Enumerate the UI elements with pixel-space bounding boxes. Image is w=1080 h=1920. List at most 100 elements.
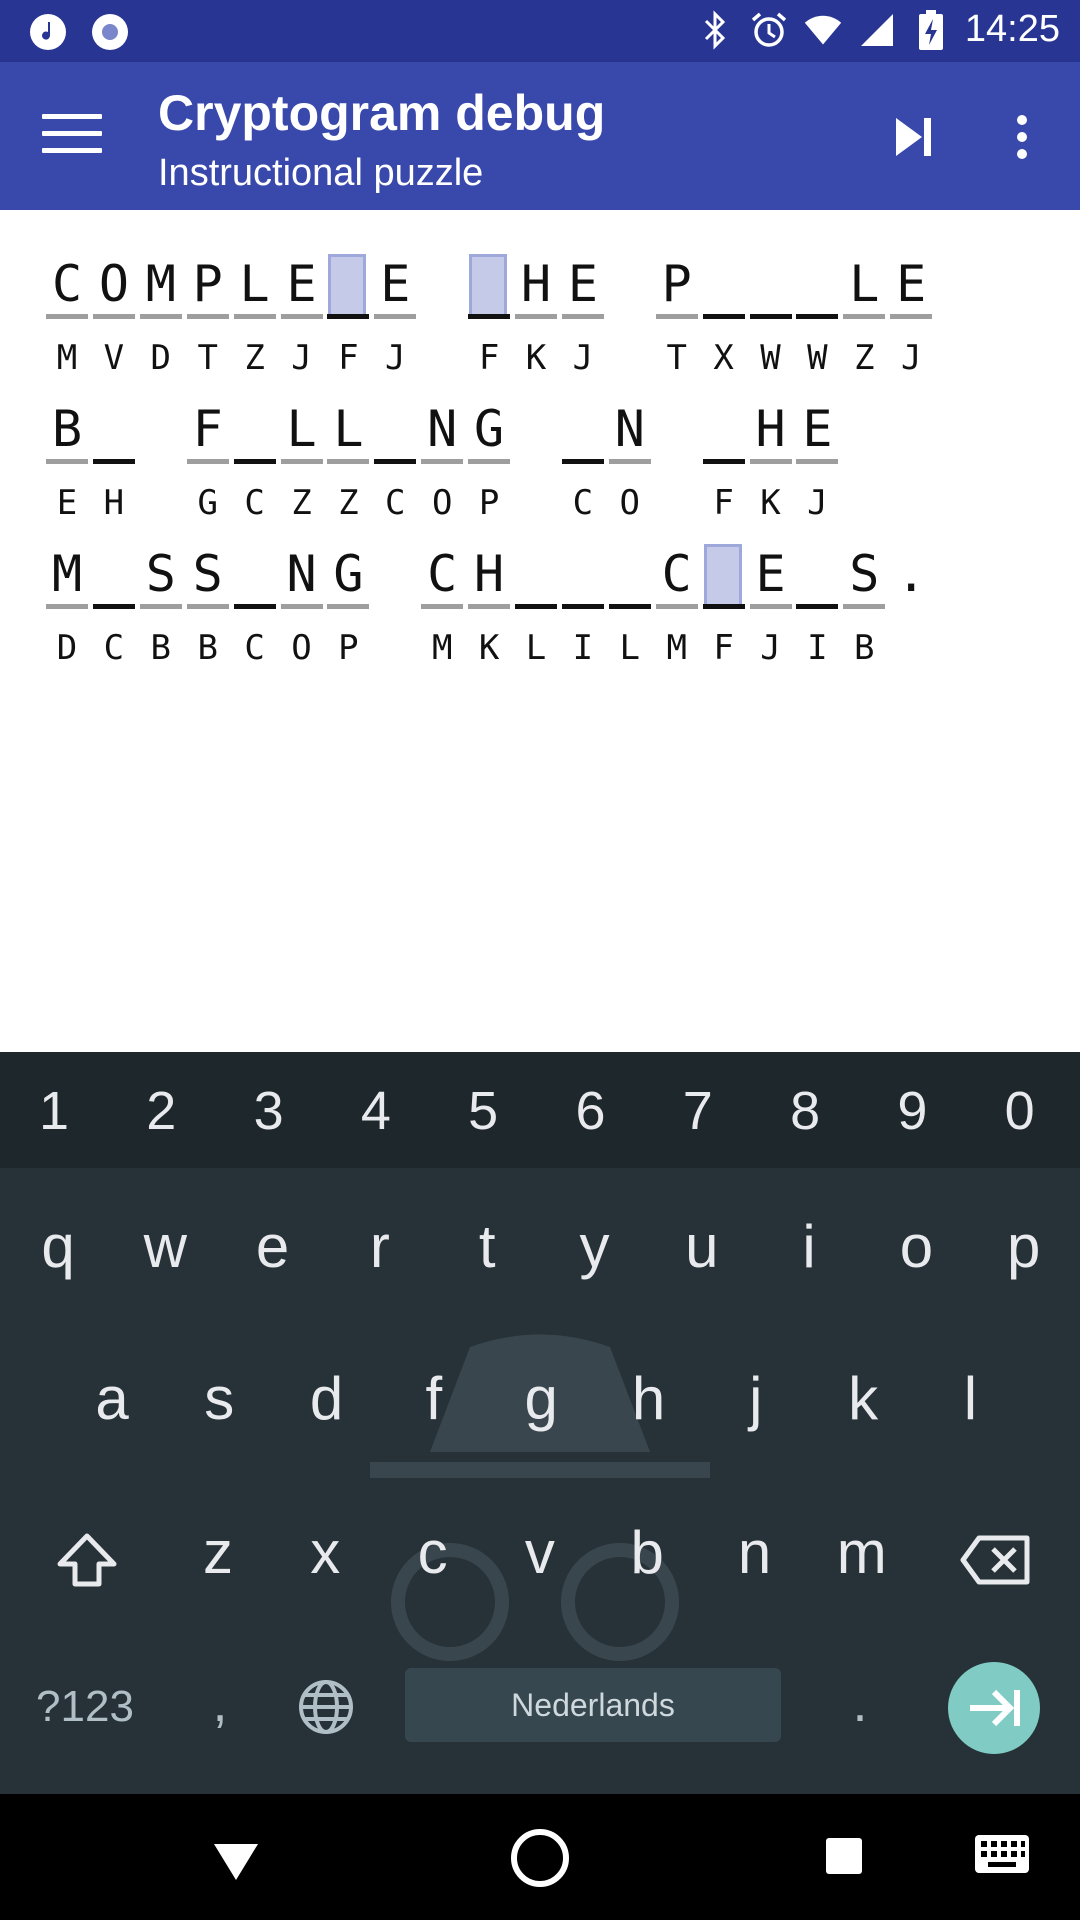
keyboard-switch-icon[interactable] (974, 1834, 1030, 1876)
battery-charging-icon (911, 9, 951, 50)
answer-letter: H (755, 400, 786, 458)
period-key[interactable]: . (830, 1672, 890, 1734)
answer-underline (186, 314, 229, 319)
encrypted-letter: M (431, 628, 453, 668)
key-5[interactable]: 5 (429, 1080, 537, 1142)
encrypted-letter: F (713, 628, 734, 668)
key-z[interactable]: z (164, 1518, 272, 1587)
answer-letter: P (661, 255, 692, 313)
key-m[interactable]: m (808, 1518, 916, 1587)
key-7[interactable]: 7 (644, 1080, 752, 1142)
encrypted-letter: D (150, 338, 172, 378)
answer-underline (186, 604, 229, 609)
answer-letter (93, 403, 135, 455)
puzzle-area: CMOVMDPTLZEJFEJFHKEJPTXWWLZEJBEHFGCLZLZC… (0, 210, 1080, 1050)
recents-icon[interactable] (824, 1836, 864, 1876)
key-u[interactable]: u (648, 1212, 756, 1281)
answer-letter: C (661, 545, 692, 603)
key-x[interactable]: x (271, 1518, 379, 1587)
home-icon[interactable] (508, 1826, 572, 1890)
key-n[interactable]: n (701, 1518, 809, 1587)
skip-next-icon[interactable] (890, 112, 940, 162)
encrypted-letter: C (103, 628, 125, 668)
record-icon (90, 12, 130, 52)
key-h[interactable]: h (595, 1364, 703, 1433)
answer-letter: H (474, 545, 505, 603)
key-y[interactable]: y (541, 1212, 649, 1281)
back-icon[interactable] (206, 1830, 266, 1890)
key-l[interactable]: l (916, 1364, 1024, 1433)
key-e[interactable]: e (219, 1212, 327, 1281)
encrypted-letter: F (713, 483, 734, 523)
encrypted-letter: Z (338, 483, 359, 523)
answer-letter: N (427, 400, 458, 458)
answer-underline (327, 459, 370, 464)
encrypted-letter: P (478, 483, 500, 523)
encrypted-letter: C (244, 628, 265, 668)
encrypted-letter: K (760, 483, 781, 523)
key-6[interactable]: 6 (537, 1080, 645, 1142)
key-q[interactable]: q (4, 1212, 112, 1281)
answer-letter: M (145, 255, 176, 313)
key-4[interactable]: 4 (322, 1080, 430, 1142)
encrypted-letter: I (807, 628, 828, 668)
key-o[interactable]: o (862, 1212, 970, 1281)
answer-underline (421, 604, 464, 609)
symbols-key[interactable]: ?123 (20, 1682, 150, 1732)
space-bar[interactable]: Nederlands (405, 1668, 781, 1742)
comma-key[interactable]: , (190, 1672, 250, 1734)
key-g[interactable]: g (487, 1364, 595, 1433)
encrypted-letter: O (431, 483, 453, 523)
encrypted-letter: J (900, 338, 922, 378)
answer-underline (561, 459, 604, 464)
backspace-key[interactable] (958, 1532, 1034, 1592)
answer-underline (749, 604, 792, 609)
key-s[interactable]: s (165, 1364, 273, 1433)
answer-letter (374, 403, 416, 455)
key-c[interactable]: c (379, 1518, 487, 1587)
answer-underline (749, 459, 792, 464)
answer-letter (515, 548, 557, 600)
encrypted-letter: L (525, 628, 547, 668)
answer-letter: F (192, 400, 223, 458)
key-i[interactable]: i (755, 1212, 863, 1281)
key-8[interactable]: 8 (751, 1080, 859, 1142)
page-subtitle: Instructional puzzle (158, 152, 484, 194)
answer-letter: S (145, 545, 176, 603)
navigation-bar (0, 1794, 1080, 1920)
wifi-icon (803, 10, 843, 50)
key-9[interactable]: 9 (858, 1080, 966, 1142)
shift-key[interactable] (52, 1528, 122, 1598)
answer-underline (608, 604, 651, 609)
key-t[interactable]: t (433, 1212, 541, 1281)
key-r[interactable]: r (326, 1212, 434, 1281)
key-a[interactable]: a (58, 1364, 166, 1433)
key-2[interactable]: 2 (107, 1080, 215, 1142)
encrypted-letter: F (338, 338, 359, 378)
answer-letter (327, 258, 369, 310)
answer-letter (234, 548, 276, 600)
answer-letter: L (849, 255, 880, 313)
key-1[interactable]: 1 (0, 1080, 108, 1142)
key-f[interactable]: f (380, 1364, 488, 1433)
overflow-menu-icon[interactable] (1000, 112, 1044, 162)
key-p[interactable]: p (970, 1212, 1078, 1281)
key-v[interactable]: v (486, 1518, 594, 1587)
answer-letter: E (567, 255, 598, 313)
enter-button[interactable] (948, 1662, 1040, 1754)
key-k[interactable]: k (809, 1364, 917, 1433)
key-d[interactable]: d (273, 1364, 381, 1433)
hamburger-menu-icon[interactable] (42, 114, 102, 160)
answer-letter (234, 403, 276, 455)
key-3[interactable]: 3 (215, 1080, 323, 1142)
answer-letter (562, 548, 604, 600)
key-j[interactable]: j (702, 1364, 810, 1433)
encrypted-letter: X (713, 338, 734, 378)
key-w[interactable]: w (111, 1212, 219, 1281)
key-b[interactable]: b (593, 1518, 701, 1587)
key-0[interactable]: 0 (966, 1080, 1074, 1142)
answer-underline (327, 604, 370, 609)
bluetooth-icon (695, 9, 735, 50)
answer-underline (655, 604, 698, 609)
globe-icon[interactable] (296, 1678, 356, 1738)
